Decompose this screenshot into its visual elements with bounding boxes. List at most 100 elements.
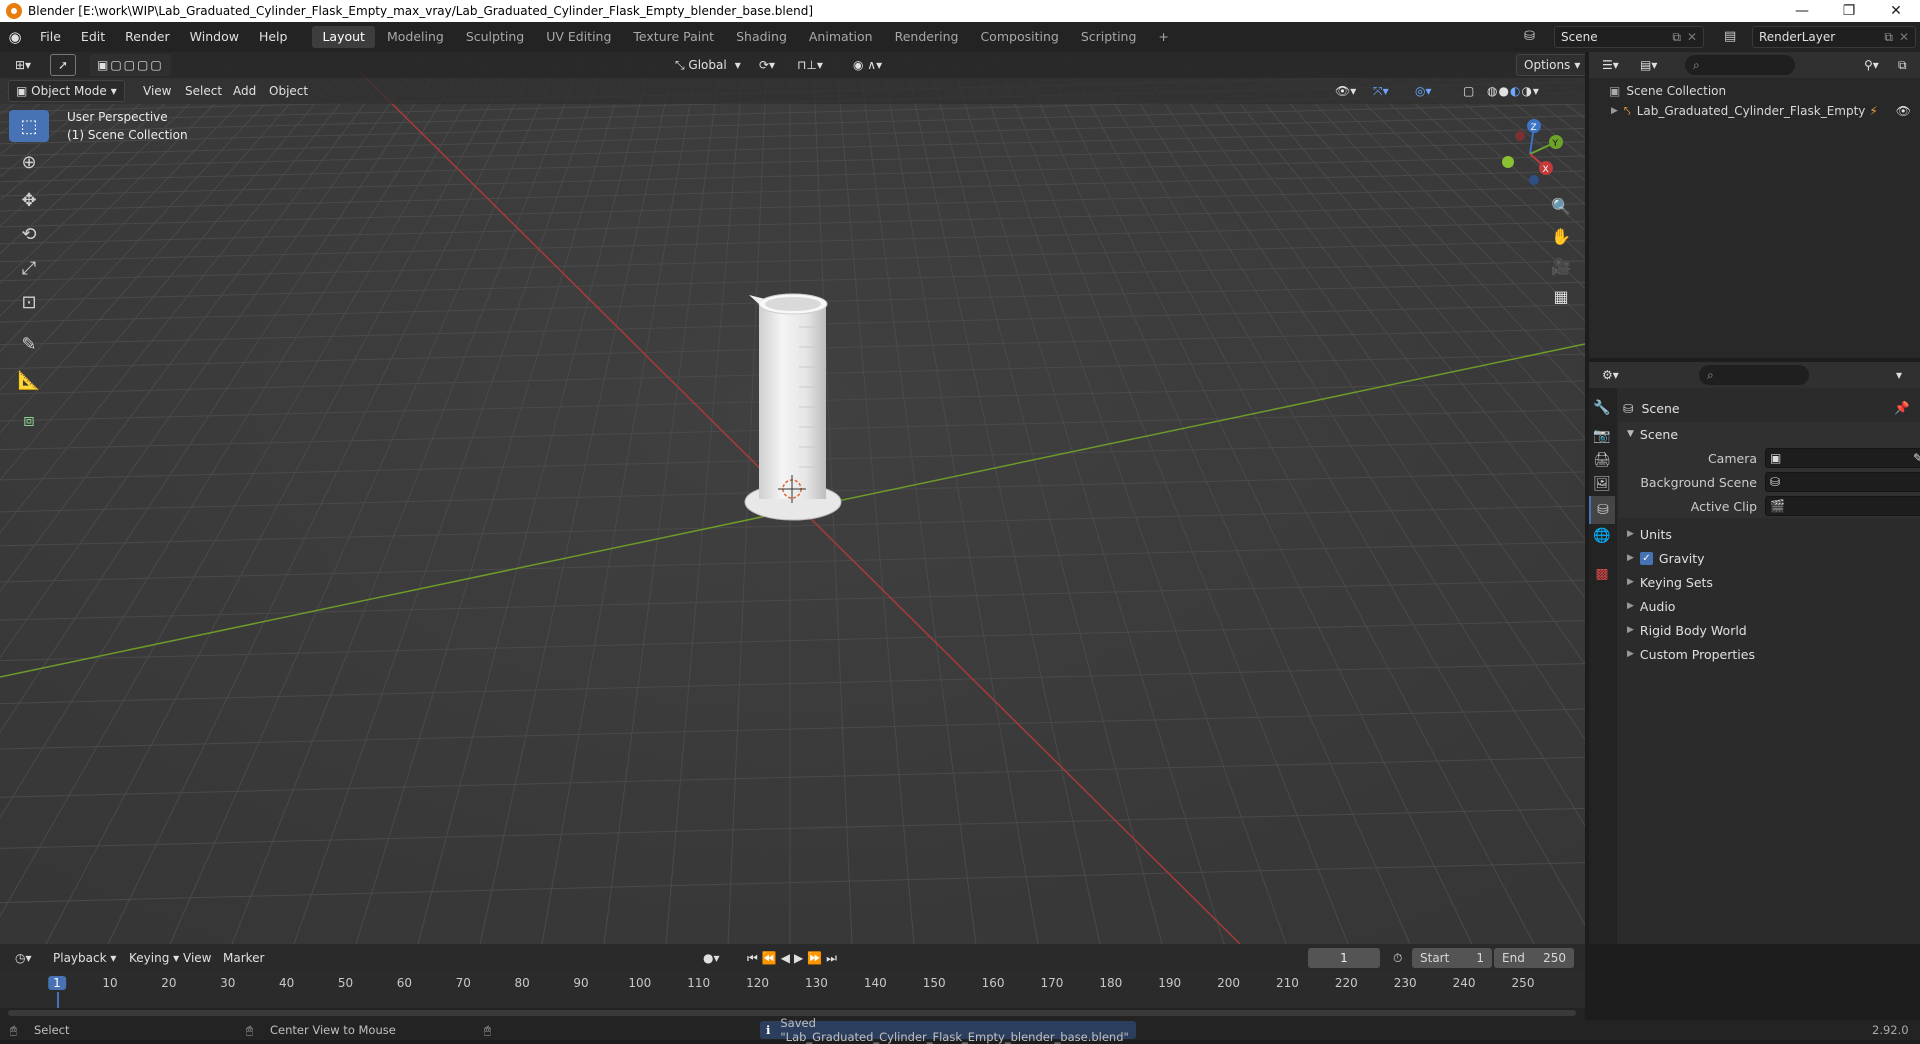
view-layer-icon[interactable]: ▤: [1724, 26, 1748, 48]
workspace-tab-uv-editing[interactable]: UV Editing: [536, 26, 621, 48]
workspace-tab-texture-paint[interactable]: Texture Paint: [623, 26, 724, 48]
measure-tool-icon[interactable]: 📐: [9, 364, 49, 396]
scene-tab-icon[interactable]: ⛁: [1589, 496, 1615, 524]
overlays-toggle-icon[interactable]: ◎▾: [1408, 80, 1439, 102]
selection-mode-buttons[interactable]: ▣▢▢▢▢: [90, 54, 171, 76]
menu-render[interactable]: Render: [115, 22, 180, 52]
filter-icon[interactable]: ⚲▾: [1857, 54, 1886, 76]
camera-view-icon[interactable]: 🎥: [1546, 252, 1576, 280]
scene-name-field[interactable]: Scene ⧉ ✕: [1554, 26, 1704, 48]
blender-menu-icon[interactable]: ◉: [0, 28, 30, 46]
xray-toggle-icon[interactable]: ▢: [1456, 80, 1481, 102]
menu-help[interactable]: Help: [249, 22, 298, 52]
options-dropdown[interactable]: Options ▾: [1516, 54, 1585, 76]
viewport-menu-add[interactable]: Add: [226, 80, 263, 102]
view-layer-tab-icon[interactable]: 🖼: [1589, 470, 1615, 498]
viewport-menu-object[interactable]: Object: [262, 80, 315, 102]
ortho-grid-icon[interactable]: ▦: [1546, 282, 1576, 310]
subpanel-audio[interactable]: ▶ Audio: [1619, 594, 1920, 618]
subpanel-rigid-body-world[interactable]: ▶ Rigid Body World: [1619, 618, 1920, 642]
subpanel-gravity[interactable]: ▶ ✓ Gravity: [1619, 546, 1920, 570]
restore-button[interactable]: ❐: [1827, 0, 1871, 22]
graduated-cylinder-object[interactable]: [735, 277, 850, 537]
viewport-menu-select[interactable]: Select: [178, 80, 229, 102]
add-cube-tool-icon[interactable]: ⧈: [9, 404, 49, 436]
timeline-tick-label: 90: [573, 976, 589, 990]
workspace-tab-modeling[interactable]: Modeling: [377, 26, 454, 48]
camera-field[interactable]: ▣ ✎: [1765, 448, 1920, 468]
transform-tool-icon[interactable]: ⊡: [9, 286, 49, 318]
eyedropper-icon[interactable]: ✎: [1913, 451, 1920, 465]
select-box-tool-icon[interactable]: ⬚: [9, 110, 49, 142]
subpanel-custom-properties[interactable]: ▶ Custom Properties: [1619, 642, 1920, 666]
workspace-tab-layout[interactable]: Layout: [312, 26, 375, 48]
workspace-tab-animation[interactable]: Animation: [799, 26, 883, 48]
timeline-tick-label: 100: [628, 976, 652, 990]
properties-search-input[interactable]: ⌕: [1699, 365, 1809, 385]
world-tab-icon[interactable]: 🌐: [1589, 522, 1615, 550]
visibility-eye-icon[interactable]: 👁: [1896, 104, 1911, 118]
close-button[interactable]: ✕: [1874, 0, 1918, 22]
viewport-menu-view[interactable]: View: [136, 80, 178, 102]
subpanel-keying-sets[interactable]: ▶ Keying Sets: [1619, 570, 1920, 594]
workspace-tab-compositing[interactable]: Compositing: [970, 26, 1068, 48]
properties-editor-type-icon[interactable]: ⚙▾: [1595, 364, 1626, 386]
timeline-ruler[interactable]: 1 10 20 30 40 50 60 70 80 90 100 110 120 130 140 150 160…: [0, 972, 1585, 1008]
timeline-tick-label: 50: [337, 976, 354, 990]
pivot-point-icon[interactable]: ⟳▾: [752, 54, 782, 76]
move-tool-icon[interactable]: ✥: [9, 184, 49, 216]
playhead-line[interactable]: [57, 992, 59, 1008]
navigation-gizmo[interactable]: Z Y X: [1490, 114, 1570, 194]
outliner-item[interactable]: ▶ ⤣ Lab_Graduated_Cylinder_Flask_Empty ⚡…: [1611, 101, 1911, 121]
menu-window[interactable]: Window: [180, 22, 249, 52]
workspace-tab-scripting[interactable]: Scripting: [1071, 26, 1147, 48]
menu-edit[interactable]: Edit: [71, 22, 115, 52]
scene-collection-label: Scene Collection: [1626, 84, 1727, 98]
minimize-button[interactable]: —: [1780, 0, 1824, 22]
cursor-tool-icon[interactable]: ⊕: [9, 146, 49, 178]
outliner-editor-type-icon[interactable]: ☰▾: [1595, 54, 1626, 76]
snap-icon[interactable]: ⊓⊥▾: [790, 54, 830, 76]
pan-hand-icon[interactable]: ✋: [1546, 222, 1576, 250]
scene-panel-header[interactable]: ▼ Scene: [1619, 422, 1920, 446]
workspace-tab-sculpting[interactable]: Sculpting: [456, 26, 534, 48]
viewport-3d[interactable]: ⊞▾ ➚ ▣▢▢▢▢ ⤡ Global ▾ ⟳▾ ⊓⊥▾ ◉ ∧▾ Option…: [0, 52, 1585, 944]
delete-view-layer-icon[interactable]: ✕: [1899, 30, 1909, 44]
scale-tool-icon[interactable]: ⤢: [9, 252, 49, 284]
zoom-icon[interactable]: 🔍: [1546, 192, 1576, 220]
active-clip-row: Active Clip 🎬: [1619, 494, 1920, 518]
delete-scene-icon[interactable]: ✕: [1687, 30, 1697, 44]
active-clip-field[interactable]: 🎬: [1765, 496, 1920, 516]
visibility-eye-icon[interactable]: 👁▾: [1328, 80, 1363, 102]
editor-type-icon[interactable]: ⊞▾: [8, 54, 38, 76]
shading-mode-buttons[interactable]: ◍● ◐ ◑▾: [1480, 80, 1547, 102]
gravity-checkbox[interactable]: ✓: [1639, 551, 1653, 565]
pin-icon[interactable]: 📌: [1894, 400, 1910, 416]
background-scene-field[interactable]: ⛁: [1765, 472, 1920, 492]
workspace-tab-shading[interactable]: Shading: [726, 26, 797, 48]
view-layer-field[interactable]: RenderLayer ⧉ ✕: [1752, 26, 1916, 48]
outliner-search-input[interactable]: ⌕: [1685, 55, 1795, 75]
rotate-tool-icon[interactable]: ⟲: [9, 218, 49, 250]
object-data-icon[interactable]: ⚡: [1869, 104, 1877, 118]
transform-orientation-dropdown[interactable]: ⤡ Global ▾: [668, 54, 748, 76]
outliner-scene-collection[interactable]: ▣ Scene Collection: [1609, 81, 1726, 101]
select-mode-icon[interactable]: ➚: [50, 54, 77, 76]
gizmo-toggle-icon[interactable]: ⤧▾: [1366, 80, 1396, 102]
new-view-layer-icon[interactable]: ⧉: [1884, 30, 1893, 45]
tool-tab-icon[interactable]: 🔧: [1589, 394, 1615, 422]
add-workspace-button[interactable]: +: [1148, 26, 1178, 48]
new-scene-icon[interactable]: ⧉: [1672, 30, 1681, 45]
proportional-edit-icon[interactable]: ◉ ∧▾: [846, 54, 889, 76]
properties-options-icon[interactable]: ▾: [1889, 364, 1909, 386]
texture-tab-icon[interactable]: ▩: [1589, 560, 1615, 588]
subpanel-units[interactable]: ▶ Units: [1619, 522, 1920, 546]
annotate-tool-icon[interactable]: ✎: [9, 328, 49, 360]
object-mode-dropdown[interactable]: ▣ Object Mode ▾: [8, 80, 125, 102]
menu-file[interactable]: File: [30, 22, 71, 52]
new-collection-icon[interactable]: ⧉: [1891, 54, 1914, 76]
scene-selector-icon[interactable]: ⛁: [1524, 26, 1548, 48]
display-mode-icon[interactable]: ▤▾: [1633, 54, 1664, 76]
workspace-tab-rendering[interactable]: Rendering: [885, 26, 969, 48]
expand-arrow-icon[interactable]: ▶: [1611, 106, 1618, 116]
